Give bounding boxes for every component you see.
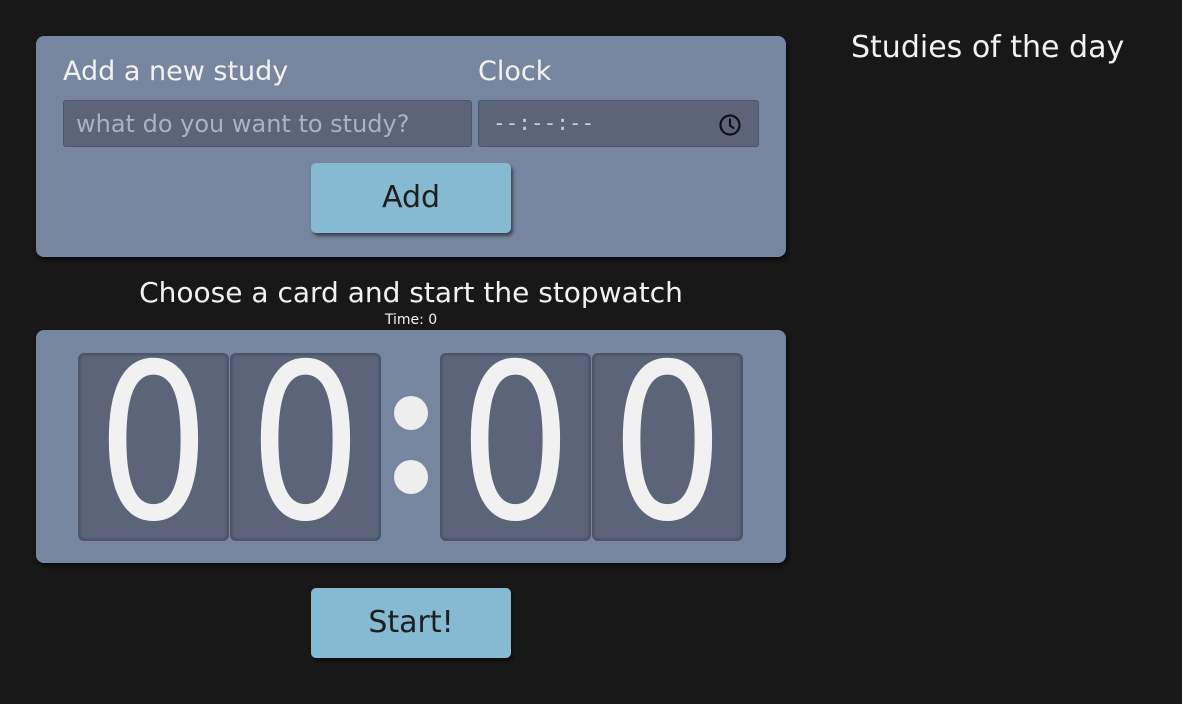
- clock-time-input[interactable]: --:--:--: [478, 100, 759, 147]
- clock-label: Clock: [478, 56, 552, 87]
- stopwatch-title: Choose a card and start the stopwatch: [139, 276, 683, 309]
- study-input[interactable]: [63, 100, 472, 147]
- seconds-ones-digit: 0: [611, 353, 724, 541]
- stopwatch-panel: 0 0 0 0: [36, 330, 786, 563]
- add-study-panel: Add a new study Clock --:--:-- Add: [36, 36, 786, 257]
- seconds-tens-digit: 0: [459, 353, 572, 541]
- add-button[interactable]: Add: [311, 163, 511, 233]
- studies-of-day-title: Studies of the day: [851, 30, 1125, 65]
- clock-icon[interactable]: [718, 113, 742, 137]
- colon-bottom-dot: [394, 460, 428, 494]
- study-label: Add a new study: [63, 56, 289, 87]
- start-button[interactable]: Start!: [311, 588, 511, 658]
- minutes-tens-card: 0: [78, 353, 229, 541]
- minutes-ones-digit: 0: [249, 353, 362, 541]
- clock-time-value: --:--:--: [493, 111, 595, 135]
- time-readout: Time: 0: [384, 312, 438, 328]
- seconds-ones-card: 0: [592, 353, 743, 541]
- colon-top-dot: [394, 396, 428, 430]
- minutes-tens-digit: 0: [97, 353, 210, 541]
- minutes-ones-card: 0: [230, 353, 381, 541]
- seconds-tens-card: 0: [440, 353, 591, 541]
